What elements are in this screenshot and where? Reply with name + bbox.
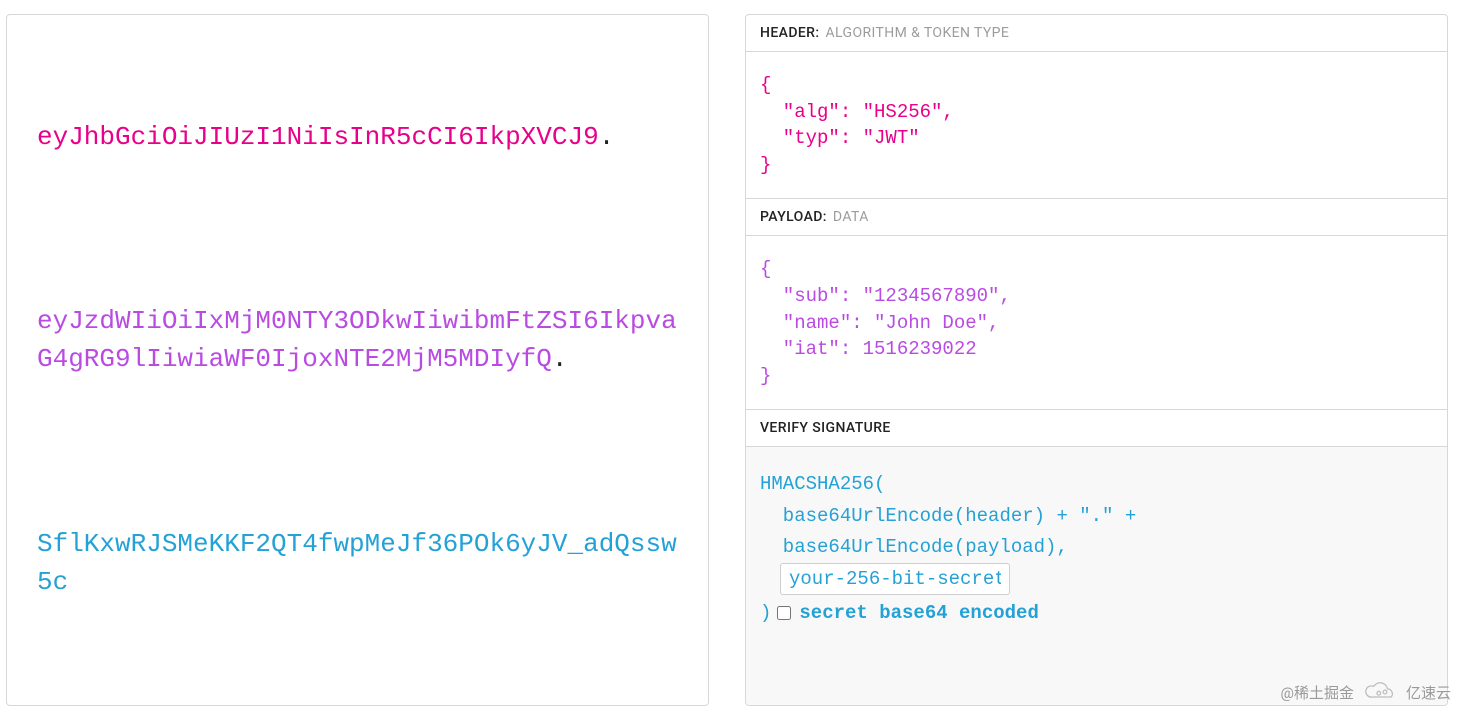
header-section-title: HEADER: ALGORITHM & TOKEN TYPE bbox=[746, 15, 1447, 52]
secret-base64-label[interactable]: secret base64 encoded bbox=[777, 598, 1038, 629]
encoded-token-panel[interactable]: eyJhbGciOiJIUzI1NiIsInR5cCI6IkpXVCJ9. ey… bbox=[6, 14, 709, 706]
payload-json-body[interactable]: { "sub": "1234567890", "name": "John Doe… bbox=[746, 236, 1447, 409]
verify-line-2: base64UrlEncode(header) + "." + bbox=[760, 501, 1433, 532]
decoded-panel: HEADER: ALGORITHM & TOKEN TYPE { "alg": … bbox=[745, 14, 1448, 706]
token-dot-1: . bbox=[599, 122, 615, 152]
verify-line-3: base64UrlEncode(payload), bbox=[760, 532, 1433, 563]
header-label: HEADER: bbox=[760, 25, 819, 41]
verify-section-title: VERIFY SIGNATURE bbox=[746, 409, 1447, 447]
token-payload-segment: eyJzdWIiOiIxMjM0NTY3ODkwIiwibmFtZSI6Ikpv… bbox=[37, 303, 678, 378]
verify-line-1: HMACSHA256( bbox=[760, 469, 1433, 500]
token-header-segment: eyJhbGciOiJIUzI1NiIsInR5cCI6IkpXVCJ9. bbox=[37, 119, 678, 157]
verify-signature-body: HMACSHA256( base64UrlEncode(header) + ".… bbox=[746, 447, 1447, 705]
verify-label: VERIFY SIGNATURE bbox=[760, 420, 891, 436]
payload-sublabel: DATA bbox=[833, 209, 869, 225]
secret-base64-checkbox[interactable] bbox=[777, 606, 791, 620]
payload-label: PAYLOAD: bbox=[760, 209, 827, 225]
secret-base64-text: secret base64 encoded bbox=[799, 598, 1038, 629]
watermark: @稀土掘金 亿速云 bbox=[1281, 680, 1452, 704]
token-dot-2: . bbox=[552, 344, 568, 374]
watermark-text: @稀土掘金 bbox=[1281, 682, 1354, 703]
token-signature-text: SflKxwRJSMeKKF2QT4fwpMeJf36POk6yJV_adQss… bbox=[37, 529, 677, 597]
header-json-body[interactable]: { "alg": "HS256", "typ": "JWT" } bbox=[746, 52, 1447, 198]
token-header-text: eyJhbGciOiJIUzI1NiIsInR5cCI6IkpXVCJ9 bbox=[37, 122, 599, 152]
token-signature-segment: SflKxwRJSMeKKF2QT4fwpMeJf36POk6yJV_adQss… bbox=[37, 526, 678, 601]
cloud-icon bbox=[1360, 680, 1400, 704]
header-sublabel: ALGORITHM & TOKEN TYPE bbox=[825, 25, 1009, 41]
payload-section-title: PAYLOAD: DATA bbox=[746, 198, 1447, 236]
secret-input[interactable] bbox=[780, 563, 1010, 595]
token-payload-text: eyJzdWIiOiIxMjM0NTY3ODkwIiwibmFtZSI6Ikpv… bbox=[37, 306, 677, 374]
verify-close-paren: ) bbox=[760, 598, 771, 629]
watermark-brand: 亿速云 bbox=[1406, 682, 1451, 703]
